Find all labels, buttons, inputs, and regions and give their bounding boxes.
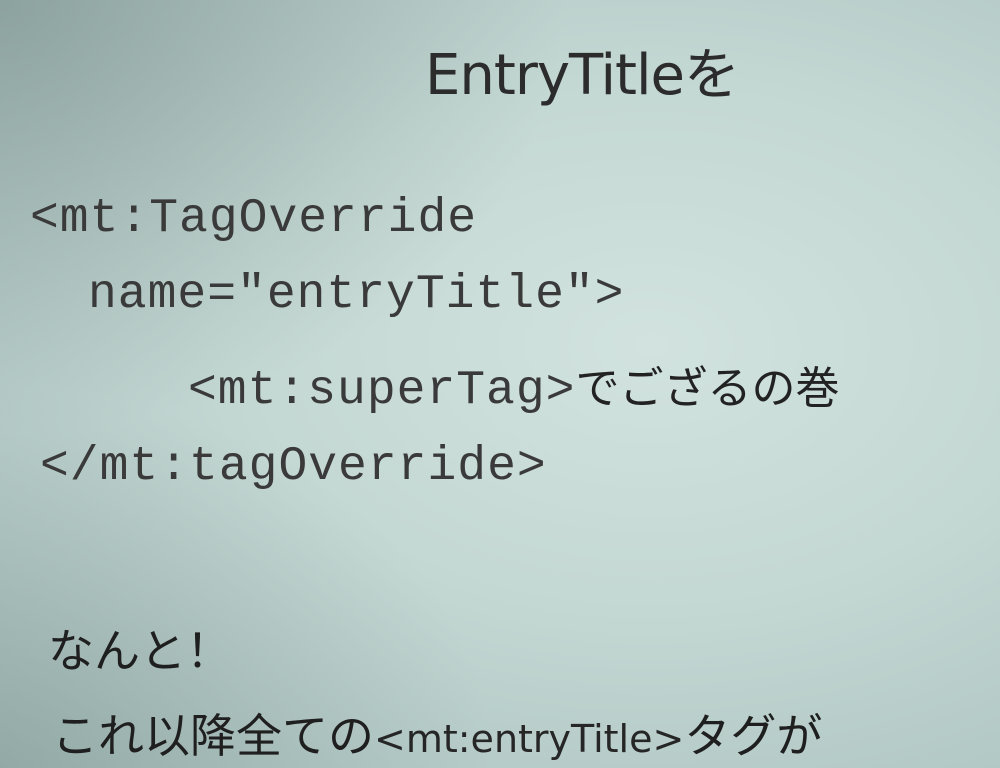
note-explanation-prefix: これ以降全ての [52,709,374,763]
note-entrytitle-tag: <mt:entryTitle> [374,717,685,761]
note-exclamation: なんと！ [48,624,232,678]
note-explanation-suffix: タグが [684,709,823,763]
code-supertag-caption: でござるの巻 [575,363,840,414]
code-line-supertag: <mt:superTag>でござるの巻 [188,352,839,418]
slide-title: EntryTitleを [425,43,740,108]
code-line-close-tag: </mt:tagOverride> [40,440,547,494]
code-line-name-attribute: name="entryTitle"> [88,268,625,322]
code-supertag: <mt:superTag> [188,364,576,418]
note-explanation: これ以降全ての<mt:entryTitle>タグが [52,700,822,766]
code-line-open-tag: <mt:TagOverride [30,192,478,246]
